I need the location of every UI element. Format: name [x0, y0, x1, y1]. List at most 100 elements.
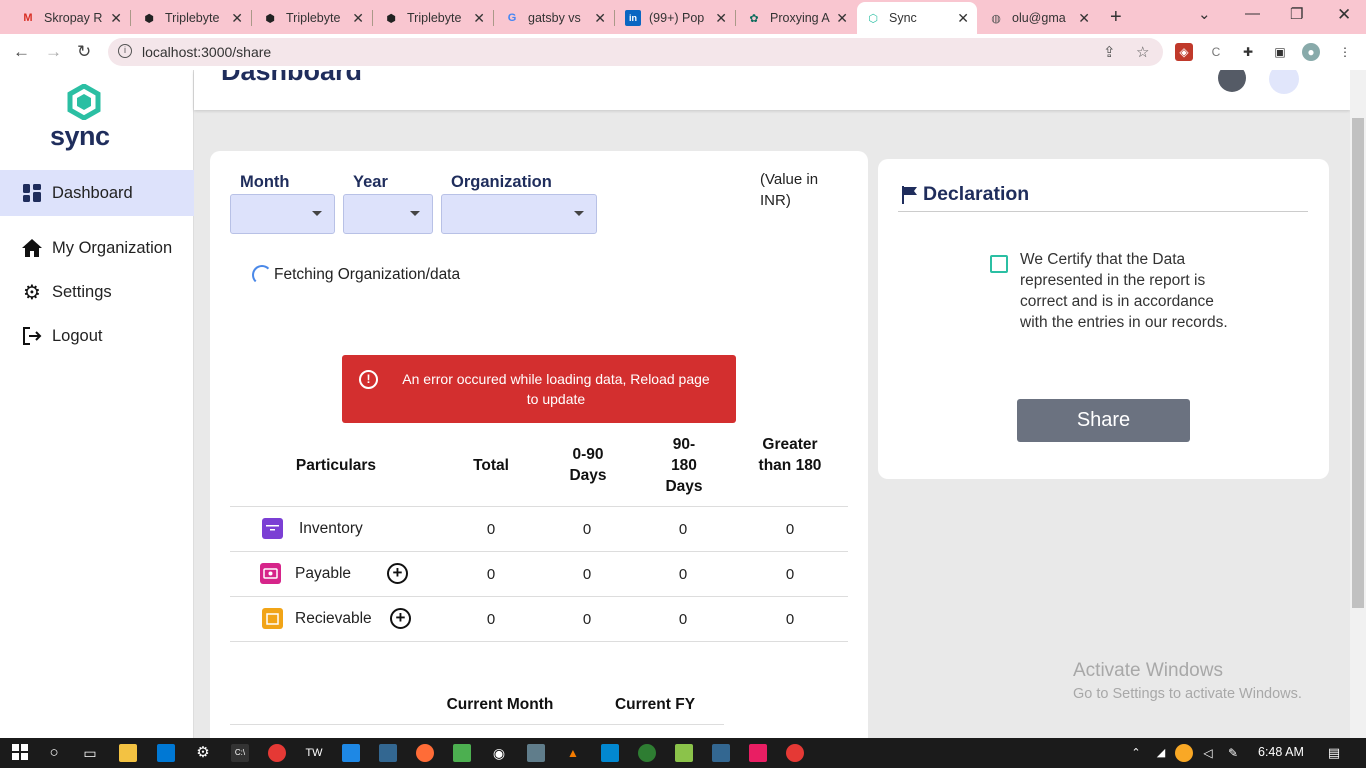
extension-icon[interactable]: C [1207, 43, 1225, 61]
table-cell: 0 [582, 611, 592, 628]
app-tray-icon[interactable] [1175, 744, 1193, 762]
bookmark-star-icon[interactable]: ☆ [1136, 43, 1149, 61]
error-message: An error occured while loading data, Rel… [402, 371, 710, 407]
month-select[interactable] [230, 194, 335, 234]
network-icon[interactable]: ◢ [1152, 744, 1170, 762]
sidebar-item-settings[interactable]: ⚙ Settings [0, 269, 194, 315]
notification-bell-icon[interactable] [1218, 70, 1246, 92]
file-explorer-icon[interactable] [119, 744, 137, 762]
close-icon[interactable]: ✕ [715, 10, 727, 27]
year-select[interactable] [343, 194, 433, 234]
row-label: Inventory [299, 519, 363, 537]
declaration-title: Declaration [902, 183, 1029, 206]
site-info-icon[interactable]: i [118, 44, 132, 58]
browser-tab[interactable]: ✿ Proxying A ✕ [738, 4, 856, 32]
browser-tab[interactable]: ⬢ Triplebyte ✕ [133, 4, 251, 32]
postgres-icon[interactable] [712, 744, 730, 762]
terminal-icon[interactable]: C:\ [231, 744, 249, 762]
avatar[interactable] [1269, 70, 1299, 94]
dashboard-card: Month Year Organization (Value in INR) F… [210, 151, 868, 738]
menu-kebab-icon[interactable]: ⋮ [1336, 43, 1354, 61]
restore-icon[interactable]: ❐ [1290, 5, 1303, 23]
minimize-icon[interactable]: — [1245, 5, 1260, 22]
extensions-puzzle-icon[interactable]: ✚ [1239, 43, 1257, 61]
sidebar-item-label: Settings [52, 282, 112, 301]
app-icon[interactable] [453, 744, 471, 762]
close-icon[interactable]: ✕ [1078, 10, 1090, 27]
expand-plus-icon[interactable]: + [387, 563, 408, 584]
app-icon[interactable] [749, 744, 767, 762]
settings-gear-icon[interactable]: ⚙ [194, 744, 212, 762]
close-icon[interactable]: ✕ [473, 10, 485, 27]
reload-icon[interactable]: ↻ [77, 42, 91, 62]
browser-tab[interactable]: ⬢ Triplebyte ✕ [375, 4, 493, 32]
chevron-up-icon[interactable]: ⌃ [1127, 744, 1145, 762]
browser-tab[interactable]: M Skropay R ✕ [12, 4, 130, 32]
certify-text: We Certify that the Data represented in … [1020, 251, 1228, 331]
scrollbar-thumb[interactable] [1352, 118, 1364, 608]
browser-tab-active[interactable]: ⬡ Sync ✕ [857, 2, 977, 34]
app-icon[interactable] [675, 744, 693, 762]
triplebyte-icon: ⬢ [386, 12, 396, 25]
forward-arrow-icon[interactable]: → [45, 42, 62, 62]
table-divider [230, 551, 848, 552]
pen-icon[interactable]: ✎ [1224, 744, 1242, 762]
vlc-icon[interactable]: ▲ [564, 744, 582, 762]
address-bar[interactable]: i localhost:3000/share ⇪ ☆ [108, 38, 1163, 66]
windows-start-icon[interactable] [11, 744, 29, 762]
table-cell: 0 [486, 521, 496, 538]
certify-checkbox[interactable] [990, 255, 1008, 273]
volume-icon[interactable]: ◁ [1199, 744, 1217, 762]
extension-icon[interactable]: ◈ [1175, 43, 1193, 61]
sync-logo[interactable]: sync [50, 83, 120, 152]
tab-separator [735, 10, 736, 26]
sidebar-item-my-organization[interactable]: My Organization [0, 225, 194, 271]
close-icon[interactable]: ✕ [110, 10, 122, 27]
new-tab-plus-icon[interactable]: + [1110, 6, 1122, 29]
divider [898, 211, 1308, 212]
postgres-icon[interactable] [379, 744, 397, 762]
sidebar-item-logout[interactable]: Logout [0, 313, 194, 359]
error-exclamation-icon: ! [359, 370, 378, 389]
profile-avatar-icon[interactable]: ● [1302, 43, 1320, 61]
expand-plus-icon[interactable]: + [390, 608, 411, 629]
chrome-active-icon[interactable] [786, 744, 804, 762]
clock[interactable]: 6:48 AM [1258, 745, 1304, 759]
activate-windows-watermark: Activate Windows [1073, 660, 1223, 681]
app-icon[interactable] [157, 744, 175, 762]
row-label: Recievable [295, 609, 372, 627]
app-icon[interactable]: ◉ [490, 744, 508, 762]
share-page-icon[interactable]: ⇪ [1103, 43, 1116, 61]
logout-icon [22, 326, 42, 346]
sidebar-item-dashboard[interactable]: Dashboard [0, 170, 194, 216]
close-icon[interactable]: ✕ [352, 10, 364, 27]
search-circle-icon[interactable]: ○ [45, 744, 63, 762]
close-icon[interactable]: ✕ [594, 10, 606, 27]
window-close-icon[interactable]: ✕ [1337, 5, 1351, 25]
app-icon[interactable]: TW [305, 744, 323, 762]
url-text[interactable]: localhost:3000/share [142, 44, 271, 60]
notification-center-icon[interactable]: ▤ [1325, 744, 1343, 762]
postman-icon[interactable] [416, 744, 434, 762]
browser-tab[interactable]: ◍ olu@gma ✕ [980, 4, 1098, 32]
close-icon[interactable]: ✕ [231, 10, 243, 27]
app-icon[interactable] [601, 744, 619, 762]
browser-tab[interactable]: G gatsby vs ✕ [496, 4, 614, 32]
side-panel-icon[interactable]: ▣ [1271, 43, 1289, 61]
share-button[interactable]: Share [1017, 399, 1190, 442]
tab-search-chevron-icon[interactable]: ⌄ [1198, 5, 1211, 23]
close-icon[interactable]: ✕ [957, 10, 969, 27]
vscode-icon[interactable] [342, 744, 360, 762]
app-icon[interactable] [638, 744, 656, 762]
back-arrow-icon[interactable]: ← [13, 42, 30, 62]
scrollbar[interactable] [1350, 70, 1366, 738]
column-header-total: Total [473, 457, 509, 474]
browser-tab[interactable]: in (99+) Pop ✕ [617, 4, 735, 32]
chrome-icon[interactable] [268, 744, 286, 762]
close-icon[interactable]: ✕ [836, 10, 848, 27]
organization-select[interactable] [441, 194, 597, 234]
app-icon[interactable] [527, 744, 545, 762]
browser-tab[interactable]: ⬢ Triplebyte ✕ [254, 4, 372, 32]
top-header: Dashboard [194, 70, 1350, 110]
task-view-icon[interactable]: ▭ [81, 744, 99, 762]
